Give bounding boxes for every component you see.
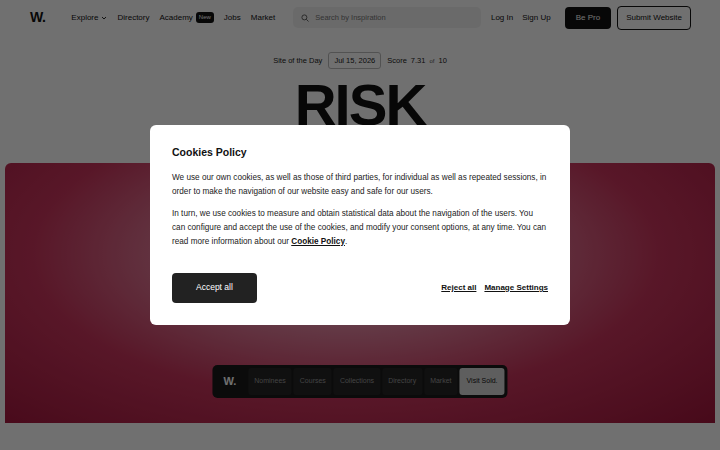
policy-text: In turn, we use cookies to measure and o… [172, 207, 548, 249]
cookie-dialog: Cookies Policy We use our own cookies, as… [150, 125, 570, 325]
reject-all-link[interactable]: Reject all [441, 282, 476, 294]
policy-text-part: In turn, we use cookies to measure and o… [172, 209, 546, 246]
manage-settings-link[interactable]: Manage Settings [484, 282, 548, 294]
accept-all-button[interactable]: Accept all [172, 273, 257, 303]
policy-text-end: . [345, 237, 347, 246]
cookie-policy-link[interactable]: Cookie Policy [291, 237, 345, 246]
secondary-actions: Reject all Manage Settings [441, 282, 548, 294]
policy-text: We use our own cookies, as well as those… [172, 171, 548, 199]
dialog-title: Cookies Policy [172, 145, 548, 161]
dialog-actions: Accept all Reject all Manage Settings [172, 273, 548, 303]
